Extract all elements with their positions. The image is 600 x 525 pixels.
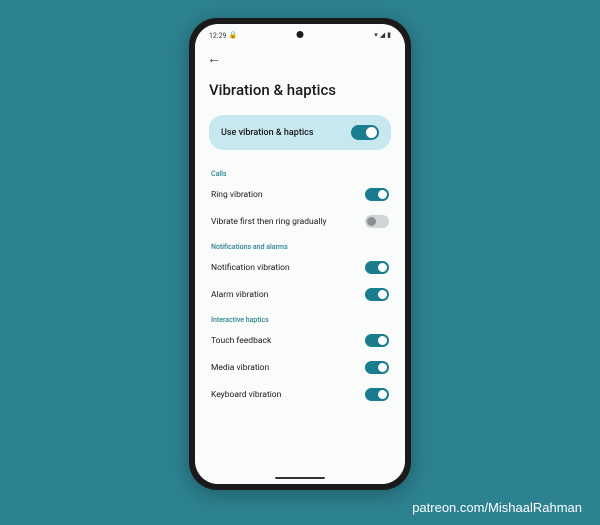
setting-toggle[interactable]	[365, 288, 389, 301]
status-time: 12:29	[209, 32, 226, 40]
section-header: Calls	[211, 170, 389, 178]
setting-toggle[interactable]	[365, 334, 389, 347]
setting-label: Touch feedback	[211, 336, 271, 346]
lock-icon: 🔒	[228, 32, 237, 39]
setting-toggle[interactable]	[365, 361, 389, 374]
master-toggle[interactable]	[351, 125, 379, 140]
gesture-nav-bar[interactable]	[195, 472, 405, 484]
signal-icon: ◢	[380, 32, 385, 39]
setting-toggle[interactable]	[365, 388, 389, 401]
setting-label: Notification vibration	[211, 263, 290, 273]
setting-row[interactable]: Touch feedback	[209, 327, 391, 354]
setting-row[interactable]: Notification vibration	[209, 254, 391, 281]
phone-screen: 12:29 🔒 ▾ ◢ ▮ ← Vibration & haptics Use …	[195, 24, 405, 484]
nav-pill[interactable]	[275, 477, 325, 480]
phone-frame: 12:29 🔒 ▾ ◢ ▮ ← Vibration & haptics Use …	[189, 18, 411, 490]
section-header: Notifications and alarms	[211, 243, 389, 251]
section-header: Interactive haptics	[211, 316, 389, 324]
setting-toggle[interactable]	[365, 215, 389, 228]
setting-label: Vibrate first then ring gradually	[211, 217, 327, 227]
setting-label: Keyboard vibration	[211, 390, 281, 400]
setting-row[interactable]: Alarm vibration	[209, 281, 391, 308]
setting-row[interactable]: Ring vibration	[209, 181, 391, 208]
settings-content: Vibration & haptics Use vibration & hapt…	[195, 67, 405, 472]
front-camera	[297, 31, 304, 38]
master-toggle-label: Use vibration & haptics	[221, 128, 313, 138]
page-title: Vibration & haptics	[209, 81, 391, 99]
setting-label: Alarm vibration	[211, 290, 268, 300]
back-button[interactable]: ←	[207, 51, 221, 67]
master-toggle-row[interactable]: Use vibration & haptics	[209, 115, 391, 150]
setting-row[interactable]: Media vibration	[209, 354, 391, 381]
setting-row[interactable]: Keyboard vibration	[209, 381, 391, 408]
attribution-text: patreon.com/MishaalRahman	[412, 500, 582, 515]
wifi-icon: ▾	[374, 32, 378, 39]
setting-toggle[interactable]	[365, 188, 389, 201]
top-app-bar: ←	[195, 42, 405, 67]
setting-toggle[interactable]	[365, 261, 389, 274]
setting-row[interactable]: Vibrate first then ring gradually	[209, 208, 391, 235]
setting-label: Media vibration	[211, 363, 269, 373]
setting-label: Ring vibration	[211, 190, 263, 200]
battery-icon: ▮	[387, 32, 391, 39]
